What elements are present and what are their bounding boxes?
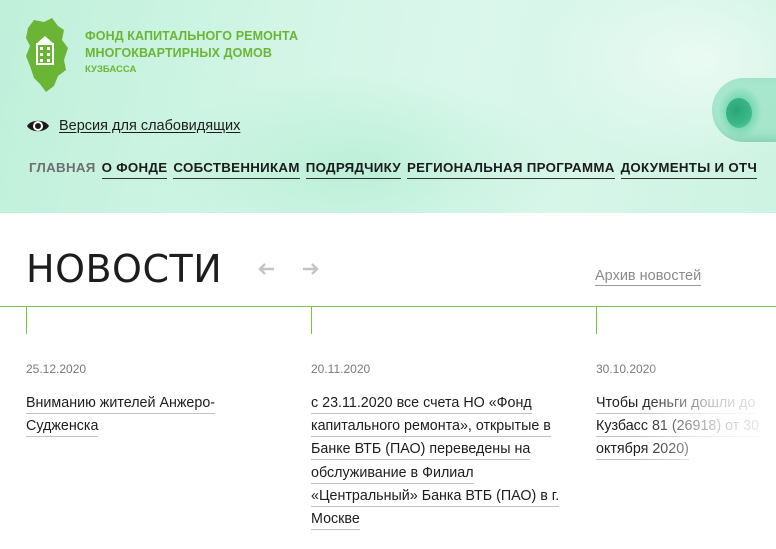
paint-roller-core [726, 98, 752, 128]
logo-icon[interactable] [24, 16, 70, 92]
news-link[interactable]: с 23.11.2020 все счета НО «Фонд капиталь… [311, 395, 560, 531]
nav-item-home[interactable]: ГЛАВНАЯ [29, 160, 96, 179]
logo-text[interactable]: ФОНД КАПИТАЛЬНОГО РЕМОНТА МНОГОКВАРТИРНЫ… [85, 28, 298, 77]
news-tick [596, 306, 597, 334]
news-item: 25.12.2020 Вниманию жителей Анжеро-Судже… [26, 362, 288, 438]
archive-link[interactable]: Архив новостей [595, 268, 702, 286]
nav-item-contractor[interactable]: ПОДРЯДЧИКУ [305, 160, 401, 179]
news-item: 20.11.2020 с 23.11.2020 все счета НО «Фо… [311, 362, 573, 531]
main-nav: ГЛАВНАЯ О ФОНДЕ СОБСТВЕННИКАМ ПОДРЯДЧИКУ… [29, 160, 763, 179]
arrow-right-icon[interactable] [302, 262, 320, 276]
news-link[interactable]: Чтобы деньги дошли до Кузбасс 81 (26918)… [596, 395, 760, 461]
news-tick [26, 306, 27, 334]
nav-item-documents[interactable]: ДОКУМЕНТЫ И ОТЧ [620, 160, 758, 179]
news-link[interactable]: Вниманию жителей Анжеро-Судженска [26, 395, 216, 438]
eye-icon [27, 120, 49, 132]
header-banner: ФОНД КАПИТАЛЬНОГО РЕМОНТА МНОГОКВАРТИРНЫ… [0, 0, 776, 213]
accessibility-label: Версия для слабовидящих [59, 118, 241, 134]
news-date: 25.12.2020 [26, 362, 87, 376]
news-title: НОВОСТИ [26, 247, 223, 291]
org-name-line2: МНОГОКВАРТИРНЫХ ДОМОВ [85, 46, 272, 60]
news-item: 30.10.2020 Чтобы деньги дошли до Кузбасс… [596, 362, 776, 462]
news-divider [0, 306, 776, 307]
nav-item-about[interactable]: О ФОНДЕ [101, 160, 168, 179]
news-date: 20.11.2020 [311, 362, 371, 376]
arrow-left-icon[interactable] [257, 262, 275, 276]
org-region: КУЗБАССА [85, 64, 137, 75]
news-tick [311, 306, 312, 334]
nav-item-owners[interactable]: СОБСТВЕННИКАМ [173, 160, 300, 179]
nav-item-regional-program[interactable]: РЕГИОНАЛЬНАЯ ПРОГРАММА [406, 160, 615, 179]
org-name-line1: ФОНД КАПИТАЛЬНОГО РЕМОНТА [85, 29, 299, 43]
news-date: 30.10.2020 [596, 362, 657, 376]
accessibility-link[interactable]: Версия для слабовидящих [26, 117, 240, 135]
